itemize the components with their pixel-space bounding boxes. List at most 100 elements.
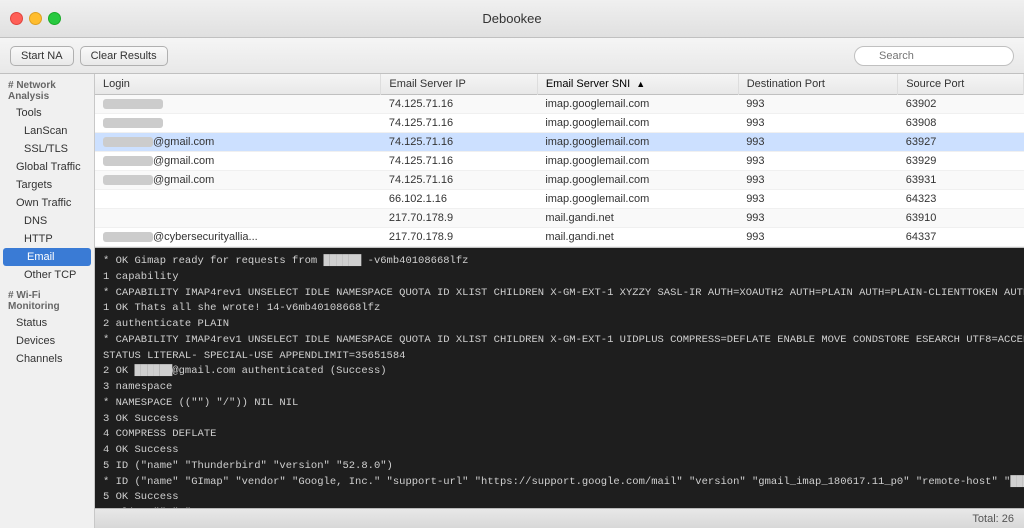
log-area: * OK Gimap ready for requests from █████… bbox=[95, 248, 1024, 508]
start-na-button[interactable]: Start NA bbox=[10, 46, 74, 66]
sidebar-item-tools[interactable]: Tools bbox=[0, 104, 94, 122]
col-email-server-sni[interactable]: Email Server SNI ▲ bbox=[537, 74, 738, 95]
sidebar: # Network Analysis Tools LanScan SSL/TLS… bbox=[0, 74, 95, 528]
network-analysis-header: # Network Analysis bbox=[0, 74, 94, 104]
blurred-login bbox=[103, 156, 153, 166]
cell-dest-port: 993 bbox=[738, 171, 898, 190]
log-line: 4 COMPRESS DEFLATE bbox=[103, 427, 1016, 443]
cell-src-port: 63902 bbox=[898, 95, 1024, 114]
sidebar-item-lanscan[interactable]: LanScan bbox=[0, 122, 94, 140]
cell-src-port: 63910 bbox=[898, 209, 1024, 228]
cell-ip: 66.102.1.16 bbox=[381, 190, 537, 209]
log-line: * ID ("name" "GImap" "vendor" "Google, I… bbox=[103, 475, 1016, 491]
main-layout: # Network Analysis Tools LanScan SSL/TLS… bbox=[0, 74, 1024, 528]
table-row[interactable]: @cybersecurityallia...217.70.178.9mail.g… bbox=[95, 228, 1024, 247]
cell-src-port: 64323 bbox=[898, 190, 1024, 209]
log-line: * OK Gimap ready for requests from █████… bbox=[103, 254, 1016, 270]
cell-dest-port: 993 bbox=[738, 209, 898, 228]
cell-sni: imap.googlemail.com bbox=[537, 95, 738, 114]
cell-login: @gmail.com bbox=[95, 133, 381, 152]
table-row[interactable]: @gmail.com74.125.71.16imap.googlemail.co… bbox=[95, 152, 1024, 171]
sidebar-item-global-traffic[interactable]: Global Traffic bbox=[0, 158, 94, 176]
log-line: 2 authenticate PLAIN bbox=[103, 317, 1016, 333]
cell-ip: 74.125.71.16 bbox=[381, 133, 537, 152]
cell-sni: mail.gandi.net bbox=[537, 228, 738, 247]
window-controls[interactable] bbox=[10, 12, 61, 25]
log-line: * CAPABILITY IMAP4rev1 UNSELECT IDLE NAM… bbox=[103, 333, 1016, 349]
cell-sni: imap.googlemail.com bbox=[537, 114, 738, 133]
blurred-login bbox=[103, 118, 163, 128]
sidebar-item-ssltls[interactable]: SSL/TLS bbox=[0, 140, 94, 158]
sidebar-item-http[interactable]: HTTP bbox=[0, 230, 94, 248]
cell-login bbox=[95, 95, 381, 114]
app-title: Debookee bbox=[482, 11, 541, 26]
total-count: Total: 26 bbox=[972, 513, 1014, 525]
cell-dest-port: 993 bbox=[738, 190, 898, 209]
search-input[interactable] bbox=[854, 46, 1014, 66]
table-body: 74.125.71.16imap.googlemail.com99363902 … bbox=[95, 95, 1024, 247]
log-line: 1 capability bbox=[103, 270, 1016, 286]
cell-sni: mail.gandi.net bbox=[537, 209, 738, 228]
table-row[interactable]: 74.125.71.16imap.googlemail.com99363902 bbox=[95, 95, 1024, 114]
log-line: 5 ID ("name" "Thunderbird" "version" "52… bbox=[103, 459, 1016, 475]
log-line: 3 namespace bbox=[103, 380, 1016, 396]
sidebar-item-dns[interactable]: DNS bbox=[0, 212, 94, 230]
maximize-button[interactable] bbox=[48, 12, 61, 25]
table-header-row: Login Email Server IP Email Server SNI ▲… bbox=[95, 74, 1024, 95]
sidebar-item-targets[interactable]: Targets bbox=[0, 176, 94, 194]
blurred-login bbox=[103, 137, 153, 147]
blurred-login bbox=[103, 232, 153, 242]
close-button[interactable] bbox=[10, 12, 23, 25]
cell-ip: 74.125.71.16 bbox=[381, 114, 537, 133]
cell-ip: 74.125.71.16 bbox=[381, 171, 537, 190]
search-wrapper bbox=[854, 46, 1014, 66]
cell-src-port: 63927 bbox=[898, 133, 1024, 152]
table-row[interactable]: 74.125.71.16imap.googlemail.com99363908 bbox=[95, 114, 1024, 133]
blurred-login bbox=[103, 175, 153, 185]
table-row[interactable]: @gmail.com74.125.71.16imap.googlemail.co… bbox=[95, 133, 1024, 152]
sidebar-item-channels[interactable]: Channels bbox=[0, 350, 94, 368]
log-line: * NAMESPACE (("") "/")) NIL NIL bbox=[103, 396, 1016, 412]
cell-src-port: 64337 bbox=[898, 228, 1024, 247]
cell-dest-port: 993 bbox=[738, 95, 898, 114]
cell-login: @gmail.com bbox=[95, 152, 381, 171]
log-line: 1 OK Thats all she wrote! 14-v6mb4010866… bbox=[103, 301, 1016, 317]
blurred-login bbox=[103, 99, 163, 109]
cell-sni: imap.googlemail.com bbox=[537, 152, 738, 171]
cell-ip: 74.125.71.16 bbox=[381, 152, 537, 171]
status-bar: Total: 26 bbox=[95, 508, 1024, 528]
log-line: 4 OK Success bbox=[103, 443, 1016, 459]
sort-arrow-icon: ▲ bbox=[636, 79, 645, 89]
cell-dest-port: 993 bbox=[738, 152, 898, 171]
sidebar-item-status[interactable]: Status bbox=[0, 314, 94, 332]
sidebar-item-other-tcp[interactable]: Other TCP bbox=[0, 266, 94, 284]
log-line: * CAPABILITY IMAP4rev1 UNSELECT IDLE NAM… bbox=[103, 286, 1016, 302]
col-source-port[interactable]: Source Port bbox=[898, 74, 1024, 95]
sidebar-item-email[interactable]: Email bbox=[3, 248, 91, 266]
sidebar-item-devices[interactable]: Devices bbox=[0, 332, 94, 350]
col-login[interactable]: Login bbox=[95, 74, 381, 95]
table-row[interactable]: 217.70.178.9mail.gandi.net99363910 bbox=[95, 209, 1024, 228]
cell-src-port: 63929 bbox=[898, 152, 1024, 171]
cell-sni: imap.googlemail.com bbox=[537, 190, 738, 209]
clear-results-button[interactable]: Clear Results bbox=[80, 46, 168, 66]
log-line: 3 OK Success bbox=[103, 412, 1016, 428]
cell-login bbox=[95, 209, 381, 228]
cell-sni: imap.googlemail.com bbox=[537, 171, 738, 190]
table-row[interactable]: @gmail.com74.125.71.16imap.googlemail.co… bbox=[95, 171, 1024, 190]
table-container: Login Email Server IP Email Server SNI ▲… bbox=[95, 74, 1024, 248]
col-destination-port[interactable]: Destination Port bbox=[738, 74, 898, 95]
cell-src-port: 63931 bbox=[898, 171, 1024, 190]
sidebar-item-own-traffic[interactable]: Own Traffic bbox=[0, 194, 94, 212]
wifi-monitoring-header: # Wi-Fi Monitoring bbox=[0, 284, 94, 314]
cell-sni: imap.googlemail.com bbox=[537, 133, 738, 152]
log-line: 2 OK ██████@gmail.com authenticated (Suc… bbox=[103, 364, 1016, 380]
col-email-server-ip[interactable]: Email Server IP bbox=[381, 74, 537, 95]
cell-login bbox=[95, 190, 381, 209]
cell-ip: 217.70.178.9 bbox=[381, 209, 537, 228]
table-row[interactable]: 66.102.1.16imap.googlemail.com99364323 bbox=[95, 190, 1024, 209]
log-line: STATUS LITERAL- SPECIAL-USE APPENDLIMIT=… bbox=[103, 349, 1016, 365]
minimize-button[interactable] bbox=[29, 12, 42, 25]
content-area: Login Email Server IP Email Server SNI ▲… bbox=[95, 74, 1024, 528]
email-table: Login Email Server IP Email Server SNI ▲… bbox=[95, 74, 1024, 247]
